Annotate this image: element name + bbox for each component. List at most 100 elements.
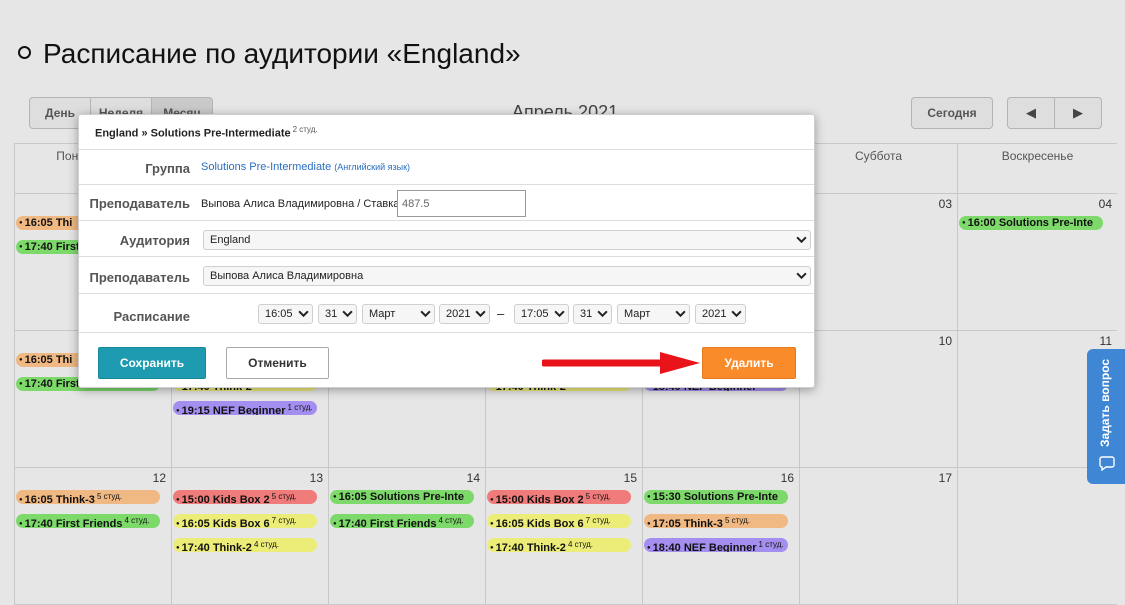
calendar-event[interactable]: ●17:40 Think-24 студ.	[487, 538, 631, 552]
event-dot-icon: ●	[176, 521, 180, 527]
ask-question-widget[interactable]: Задать вопрос	[1087, 349, 1125, 484]
calendar-event[interactable]: ● 16:05 Solutions Pre-Inte	[330, 490, 474, 504]
event-dot-icon: ●	[19, 521, 23, 527]
event-student-count: 7 студ.	[271, 516, 297, 525]
day-number: 16	[780, 471, 794, 485]
room-select[interactable]: England	[203, 230, 811, 250]
room-select-value: England	[210, 234, 251, 246]
end-day-select[interactable]: 31	[573, 304, 612, 324]
calendar-event[interactable]: ● 19:15 NEF Beginner 1 студ.	[173, 401, 317, 415]
event-title: 16:05 Thi	[24, 217, 73, 229]
group-row: Группа Solutions Pre-Intermediate (Англи…	[79, 150, 814, 185]
day-cell[interactable]: 14 ● 16:05 Solutions Pre-Inte ● 17:40 First …	[328, 468, 485, 605]
event-title: 16:00 Solutions Pre-Inte	[967, 217, 1093, 229]
event-student-count: 7 студ.	[585, 516, 611, 525]
start-year-select[interactable]: 2021	[439, 304, 490, 324]
bullet-icon	[18, 46, 31, 60]
start-day-select[interactable]: 31	[318, 304, 357, 324]
day-cell[interactable]: 03	[799, 194, 957, 331]
event-dot-icon: ●	[490, 521, 494, 527]
weekday-header: Воскресенье	[957, 143, 1117, 194]
chevron-down-icon	[342, 310, 353, 318]
save-button[interactable]: Сохранить	[98, 347, 206, 379]
event-title: 16:05 Think-3	[24, 494, 95, 504]
calendar-event[interactable]: ● 15:30 Solutions Pre-Inte	[644, 490, 788, 504]
day-cell[interactable]: 16 ● 15:30 Solutions Pre-Inte ● 17:05 Think-…	[642, 468, 799, 605]
today-button[interactable]: Сегодня	[911, 97, 993, 129]
day-cell[interactable]: 04 ● 16:00 Solutions Pre-Inte	[957, 194, 1117, 331]
rate-input[interactable]	[397, 190, 526, 217]
teacher-select[interactable]: Выпова Алиса Владимировна	[203, 266, 811, 286]
event-title: 15:00 Kids Box 2	[181, 494, 270, 504]
start-time-select[interactable]: 16:05	[258, 304, 313, 324]
event-title: 16:05 Kids Box 6	[181, 518, 270, 528]
group-label: Группа	[145, 161, 190, 176]
event-title: 18:40 NEF Beginner	[652, 542, 757, 552]
chevron-down-icon	[554, 310, 565, 318]
chevron-down-icon	[597, 310, 608, 318]
event-title: 16:05 Solutions Pre-Inte	[338, 491, 464, 503]
start-year-value: 2021	[446, 308, 471, 320]
end-time-select[interactable]: 17:05	[514, 304, 569, 324]
chevron-down-icon	[796, 236, 807, 244]
room-row: Аудитория England	[79, 221, 814, 257]
day-cell[interactable]: 15 ● 15:00 Kids Box 25 студ. ● 16:05 Kids Bo…	[485, 468, 642, 605]
event-student-count: 4 студ.	[253, 540, 279, 549]
event-dot-icon: ●	[19, 357, 23, 363]
day-cell[interactable]	[957, 468, 1117, 605]
event-dot-icon: ●	[176, 497, 180, 503]
calendar-event[interactable]: ● 17:05 Think-3 5 студ.	[644, 514, 788, 528]
event-dot-icon: ●	[962, 220, 966, 226]
start-day-value: 31	[325, 308, 338, 320]
calendar-event[interactable]: ● 16:05 Think-3 5 студ.	[16, 490, 160, 504]
event-dot-icon: ●	[19, 497, 23, 503]
day-number: 04	[1098, 197, 1112, 211]
chevron-down-icon	[675, 310, 686, 318]
ask-question-label: Задать вопрос	[1098, 358, 1112, 447]
event-title: 16:05 Kids Box 6	[495, 518, 584, 528]
start-month-value: Март	[369, 308, 396, 320]
page-title-text: Расписание по аудитории «England»	[43, 38, 521, 69]
calendar-event[interactable]: ●18:40 NEF Beginner1 студ.	[644, 538, 788, 552]
weekday-header: Суббота	[799, 143, 957, 194]
calendar-event[interactable]: ● 16:05 Kids Box 67 студ.	[173, 514, 317, 528]
day-cell[interactable]: 17	[799, 468, 957, 605]
start-month-select[interactable]: Март	[362, 304, 435, 324]
chevron-down-icon	[420, 310, 431, 318]
event-dot-icon: ●	[647, 494, 651, 500]
room-label: Аудитория	[119, 233, 190, 248]
prev-button[interactable]: ◀	[1007, 97, 1055, 129]
event-dot-icon: ●	[19, 381, 23, 387]
event-dot-icon: ●	[333, 521, 337, 527]
group-language: (Английский язык)	[334, 162, 411, 172]
delete-button[interactable]: Удалить	[702, 347, 796, 379]
calendar-event[interactable]: ● 16:00 Solutions Pre-Inte	[959, 216, 1103, 230]
modal-header: England » Solutions Pre-Intermediate 2 ст…	[79, 115, 814, 150]
range-separator: –	[497, 306, 505, 321]
day-cell[interactable]: 12 ● 16:05 Think-3 5 студ. ● 17:40 First Frie…	[14, 468, 171, 605]
event-dot-icon: ●	[176, 408, 180, 414]
chevron-down-icon	[796, 272, 807, 280]
day-cell[interactable]: 10	[799, 331, 957, 468]
calendar-event[interactable]: ●17:40 Think-24 студ.	[173, 538, 317, 552]
event-title: 15:00 Kids Box 2	[495, 494, 584, 504]
end-year-select[interactable]: 2021	[695, 304, 746, 324]
event-title: 17:40 Think-2	[181, 542, 252, 552]
calendar-event[interactable]: ● 17:40 First Friends 4 студ.	[330, 514, 474, 528]
group-link[interactable]: Solutions Pre-Intermediate (Английский я…	[201, 161, 410, 173]
calendar-event[interactable]: ● 15:00 Kids Box 25 студ.	[173, 490, 317, 504]
cancel-button[interactable]: Отменить	[226, 347, 329, 379]
end-month-select[interactable]: Март	[617, 304, 690, 324]
event-student-count: 5 студ.	[585, 492, 611, 501]
event-student-count: 4 студ.	[124, 516, 150, 525]
event-title: 19:15 NEF Beginner	[181, 405, 286, 415]
event-title: 15:30 Solutions Pre-Inte	[652, 491, 778, 503]
next-button[interactable]: ▶	[1055, 97, 1102, 129]
day-cell[interactable]: 13 ● 15:00 Kids Box 25 студ. ● 16:05 Kids Bo…	[171, 468, 328, 605]
calendar-event[interactable]: ● 16:05 Kids Box 67 студ.	[487, 514, 631, 528]
day-number: 11	[1099, 334, 1112, 348]
calendar-event[interactable]: ● 15:00 Kids Box 25 студ.	[487, 490, 631, 504]
day-number: 10	[938, 334, 952, 348]
day-number: 03	[938, 197, 952, 211]
calendar-event[interactable]: ● 17:40 First Friends 4 студ.	[16, 514, 160, 528]
